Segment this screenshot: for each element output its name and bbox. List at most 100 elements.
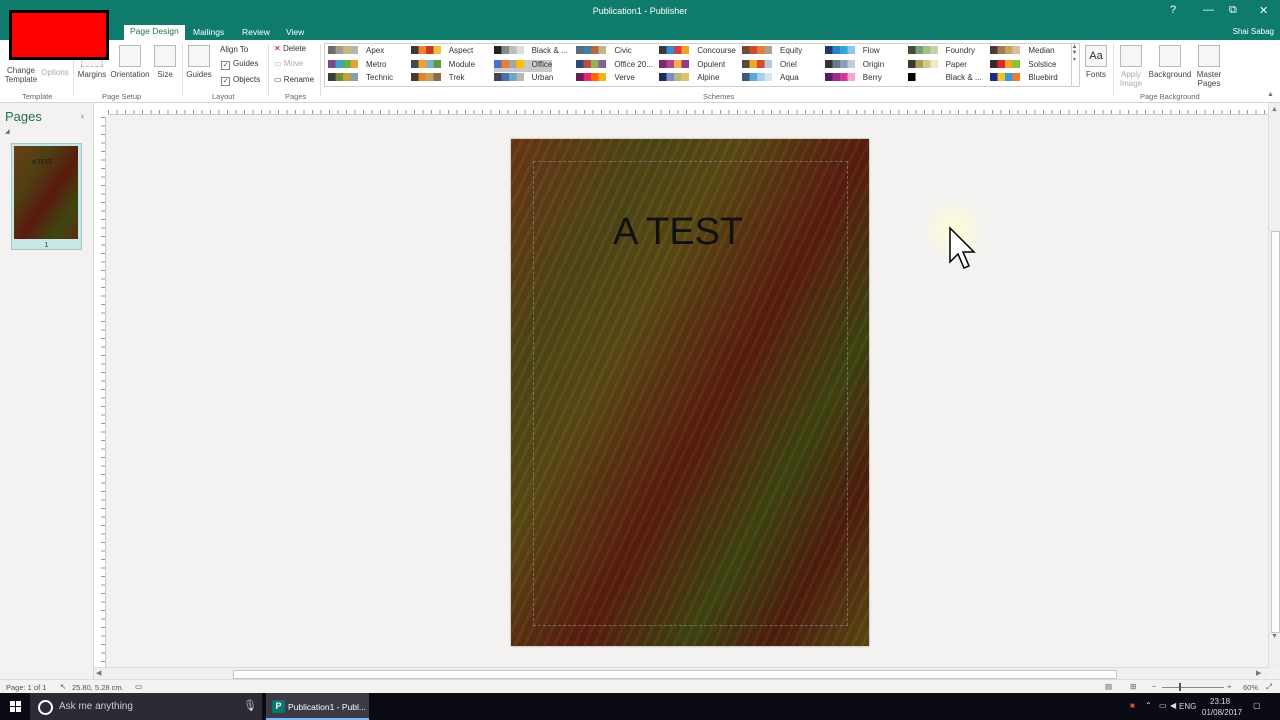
- move-page-button[interactable]: ▭ Move: [274, 59, 303, 68]
- rename-page-button[interactable]: ▭ Rename: [274, 75, 314, 84]
- thumbnail-page-number: 1: [44, 242, 49, 249]
- scheme-label: Black & ...: [945, 73, 982, 82]
- collapse-ribbon-icon[interactable]: ▲: [1267, 91, 1274, 98]
- fit-page-icon[interactable]: ⤢: [1266, 682, 1272, 692]
- zoom-slider[interactable]: [1162, 687, 1224, 688]
- zoom-slider-thumb[interactable]: [1179, 683, 1181, 691]
- scheme-swatch-icon: [410, 73, 441, 81]
- scroll-left-icon[interactable]: ◀: [96, 669, 101, 677]
- scheme-item[interactable]: Foundry: [907, 46, 975, 58]
- scheme-item[interactable]: Solstice: [990, 59, 1056, 72]
- scheme-item[interactable]: Equity: [742, 46, 802, 58]
- scheme-label: Aspect: [448, 46, 474, 55]
- pages-group-label: Pages: [285, 92, 307, 101]
- scheme-item[interactable]: Aspect: [410, 46, 474, 58]
- guides-button[interactable]: Guides: [186, 45, 212, 79]
- single-page-view-icon[interactable]: ▤: [1105, 682, 1112, 691]
- scheme-item[interactable]: Flow: [824, 46, 880, 58]
- delete-page-button[interactable]: ✕ Delete: [274, 44, 306, 53]
- scroll-down-icon[interactable]: ▼: [1271, 633, 1278, 640]
- tab-page-design[interactable]: Page Design: [124, 25, 185, 41]
- fonts-button[interactable]: Aa Fonts: [1084, 45, 1108, 79]
- scheme-item[interactable]: Median: [990, 46, 1055, 58]
- cortana-search-box[interactable]: Ask me anything 🎙: [30, 693, 262, 720]
- horizontal-ruler[interactable]: [108, 103, 1270, 115]
- scroll-up-icon[interactable]: ▲: [1271, 106, 1278, 113]
- size-button[interactable]: Size: [153, 45, 177, 79]
- scheme-item[interactable]: Aqua: [742, 73, 799, 85]
- volume-icon[interactable]: ◀: [1170, 701, 1176, 710]
- scheme-item[interactable]: Apex: [328, 46, 384, 58]
- scheme-item[interactable]: Urban: [493, 73, 553, 85]
- scheme-item[interactable]: Metro: [328, 59, 386, 72]
- guides-checkbox-label: Guides: [233, 59, 259, 68]
- zoom-in-icon[interactable]: +: [1227, 682, 1231, 691]
- windows-start-icon[interactable]: [10, 701, 21, 712]
- clock-time[interactable]: 23:18: [1210, 697, 1230, 706]
- tray-chevron-icon[interactable]: ⌃: [1145, 701, 1152, 710]
- scheme-item[interactable]: Office: [493, 59, 553, 72]
- master-pages-button[interactable]: Master Pages: [1195, 45, 1223, 88]
- tab-view[interactable]: View: [280, 26, 310, 38]
- scheme-item[interactable]: Verve: [576, 73, 635, 85]
- restore-button[interactable]: ⧉: [1229, 4, 1237, 17]
- help-icon[interactable]: ?: [1170, 4, 1176, 16]
- scheme-item[interactable]: Oriel: [742, 59, 797, 72]
- page-thumbnail[interactable]: A TEST 1: [11, 143, 82, 250]
- scheme-item[interactable]: Technic: [328, 73, 393, 85]
- language-indicator[interactable]: ENG: [1179, 702, 1196, 711]
- horizontal-scroll-thumb[interactable]: [233, 670, 1117, 679]
- publication-page[interactable]: A TEST: [511, 139, 869, 646]
- scheme-item[interactable]: Office 20...: [576, 59, 653, 72]
- scheme-label: Apex: [366, 46, 385, 55]
- tab-review[interactable]: Review: [236, 26, 276, 38]
- tray-app-icon[interactable]: ■: [1130, 701, 1135, 710]
- user-name[interactable]: Shai Sabag: [1233, 27, 1274, 36]
- background-button[interactable]: Background: [1147, 45, 1193, 79]
- guides-checkbox[interactable]: ✓ Guides: [221, 59, 258, 70]
- options-button[interactable]: Options: [40, 68, 70, 77]
- scheme-item[interactable]: Black & ...: [907, 73, 982, 85]
- vertical-scroll-thumb[interactable]: [1271, 231, 1280, 633]
- notifications-icon[interactable]: ▢: [1253, 701, 1261, 710]
- scheme-item[interactable]: Origin: [824, 59, 884, 72]
- scheme-item[interactable]: Black & ...: [493, 46, 568, 58]
- scheme-item[interactable]: Civic: [576, 46, 632, 58]
- collapse-pane-icon[interactable]: ‹: [81, 111, 84, 121]
- scheme-swatch-icon: [824, 46, 855, 54]
- vertical-ruler[interactable]: [94, 117, 106, 669]
- title-textbox[interactable]: A TEST: [613, 211, 743, 254]
- taskbar-app-publisher[interactable]: P Publication1 - Publ...: [266, 693, 369, 720]
- apply-image-button[interactable]: Apply Image: [1118, 45, 1144, 88]
- ribbon-tabs: Page Design Mailings Review View Shai Sa…: [0, 24, 1280, 41]
- options-label: Options: [41, 68, 69, 77]
- objects-checkbox[interactable]: ✓ Objects: [221, 75, 260, 86]
- scheme-item[interactable]: Concourse: [659, 46, 736, 58]
- close-button[interactable]: ✕: [1259, 4, 1268, 17]
- network-icon[interactable]: ▭: [1159, 701, 1167, 710]
- scroll-right-icon[interactable]: ▶: [1256, 669, 1261, 677]
- orientation-button[interactable]: Orientation: [109, 45, 151, 79]
- vertical-scrollbar[interactable]: ▲ ▼: [1268, 103, 1280, 669]
- change-template-button[interactable]: Change Template: [4, 66, 38, 84]
- expand-icon[interactable]: ◢: [5, 128, 10, 135]
- microphone-icon[interactable]: 🎙: [243, 699, 257, 712]
- scheme-item[interactable]: Bluebird: [990, 73, 1058, 85]
- zoom-out-icon[interactable]: −: [1152, 682, 1156, 691]
- zoom-level[interactable]: 60%: [1243, 683, 1258, 692]
- tab-mailings[interactable]: Mailings: [187, 26, 230, 38]
- clock-date[interactable]: 01/08/2017: [1202, 708, 1242, 717]
- two-page-view-icon[interactable]: ⊞: [1130, 682, 1136, 691]
- gallery-scroll[interactable]: ▲ ▼ ▾: [1070, 43, 1080, 87]
- scheme-item[interactable]: Berry: [824, 73, 882, 85]
- scheme-item[interactable]: Module: [410, 59, 475, 72]
- scheme-item[interactable]: Opulent: [659, 59, 725, 72]
- page-indicator[interactable]: Page: 1 of 1: [6, 683, 46, 692]
- scheme-item[interactable]: Alpine: [659, 73, 719, 85]
- scheme-label: Aqua: [780, 73, 799, 82]
- scheme-item[interactable]: Trek: [410, 73, 465, 85]
- gallery-more-icon[interactable]: ▾: [1070, 56, 1079, 63]
- minimize-button[interactable]: —: [1203, 4, 1214, 16]
- taskbar-app-label: Publication1 - Publ...: [288, 702, 366, 712]
- scheme-item[interactable]: Paper: [907, 59, 967, 72]
